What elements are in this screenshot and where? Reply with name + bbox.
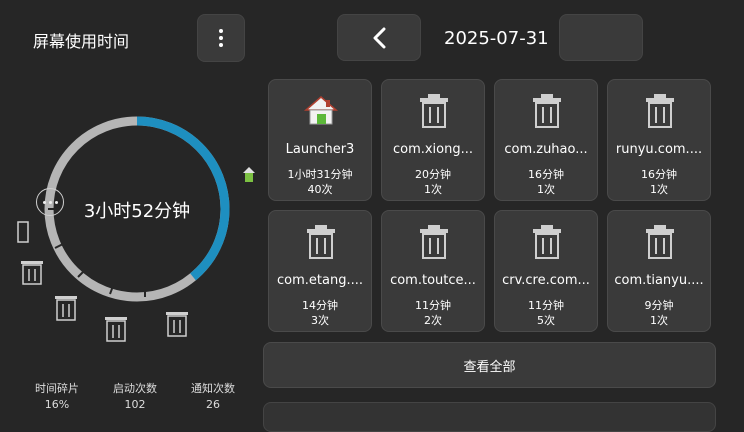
app-duration: 16分钟 bbox=[641, 168, 677, 181]
app-duration: 16分钟 bbox=[528, 168, 564, 181]
chevron-left-icon bbox=[373, 27, 386, 48]
usage-ring-panel: 3小时52分钟 bbox=[0, 80, 260, 370]
stat-launches: 启动次数 102 bbox=[113, 382, 157, 411]
app-card[interactable]: crv.cre.com... 11分钟 5次 bbox=[494, 210, 598, 332]
app-duration: 11分钟 bbox=[528, 299, 564, 312]
home-icon bbox=[243, 167, 255, 182]
view-all-button[interactable]: 查看全部 bbox=[263, 342, 716, 388]
app-name: crv.cre.com... bbox=[502, 273, 590, 288]
app-card[interactable]: com.zuhao... 16分钟 1次 bbox=[494, 79, 598, 201]
app-count: 1次 bbox=[650, 183, 668, 196]
stat-notifications: 通知次数 26 bbox=[191, 382, 235, 411]
app-duration: 20分钟 bbox=[415, 168, 451, 181]
app-duration: 14分钟 bbox=[302, 299, 338, 312]
trash-icon bbox=[646, 225, 674, 259]
app-duration: 9分钟 bbox=[644, 299, 674, 312]
more-vertical-icon bbox=[219, 29, 223, 47]
trash-icon bbox=[105, 317, 127, 342]
previous-day-button[interactable] bbox=[337, 14, 421, 61]
current-date: 2025-07-31 bbox=[444, 28, 549, 49]
trash-icon bbox=[21, 261, 43, 285]
app-name: runyu.com.... bbox=[615, 142, 703, 157]
stat-fragments: 时间碎片 16% bbox=[35, 382, 79, 411]
app-count: 1次 bbox=[424, 183, 442, 196]
app-card[interactable]: Launcher3 1小时31分钟 40次 bbox=[268, 79, 372, 201]
trash-icon bbox=[166, 312, 188, 337]
app-duration: 1小时31分钟 bbox=[287, 168, 353, 181]
home-icon bbox=[303, 96, 339, 125]
app-count: 3次 bbox=[311, 314, 329, 327]
app-name: com.zuhao... bbox=[504, 142, 588, 157]
app-count: 1次 bbox=[537, 183, 555, 196]
total-usage-time: 3小时52分钟 bbox=[83, 201, 191, 222]
trash-icon bbox=[533, 94, 561, 128]
trash-icon bbox=[17, 221, 29, 243]
app-name: com.etang.... bbox=[277, 273, 363, 288]
app-name: com.toutce... bbox=[390, 273, 476, 288]
app-duration: 11分钟 bbox=[415, 299, 451, 312]
app-count: 1次 bbox=[650, 314, 668, 327]
usage-ring bbox=[44, 116, 230, 302]
trash-icon bbox=[533, 225, 561, 259]
app-name: com.tianyu.... bbox=[614, 273, 704, 288]
app-card[interactable]: runyu.com.... 16分钟 1次 bbox=[607, 79, 711, 201]
next-day-button[interactable] bbox=[559, 14, 643, 61]
app-card[interactable]: com.tianyu.... 9分钟 1次 bbox=[607, 210, 711, 332]
app-count: 5次 bbox=[537, 314, 555, 327]
app-card[interactable]: com.xiong... 20分钟 1次 bbox=[381, 79, 485, 201]
trash-icon bbox=[646, 94, 674, 128]
app-name: Launcher3 bbox=[285, 142, 355, 157]
app-name: com.xiong... bbox=[392, 142, 474, 157]
app-card[interactable]: com.etang.... 14分钟 3次 bbox=[268, 210, 372, 332]
trash-icon bbox=[307, 225, 335, 259]
bottom-panel bbox=[263, 402, 716, 432]
app-card[interactable]: com.toutce... 11分钟 2次 bbox=[381, 210, 485, 332]
app-count: 2次 bbox=[424, 314, 442, 327]
trash-icon bbox=[420, 225, 448, 259]
app-count: 40次 bbox=[307, 183, 333, 196]
overflow-menu-button[interactable] bbox=[197, 14, 245, 62]
trash-icon bbox=[55, 296, 77, 321]
trash-icon bbox=[420, 94, 448, 128]
page-title: 屏幕使用时间 bbox=[33, 32, 130, 51]
